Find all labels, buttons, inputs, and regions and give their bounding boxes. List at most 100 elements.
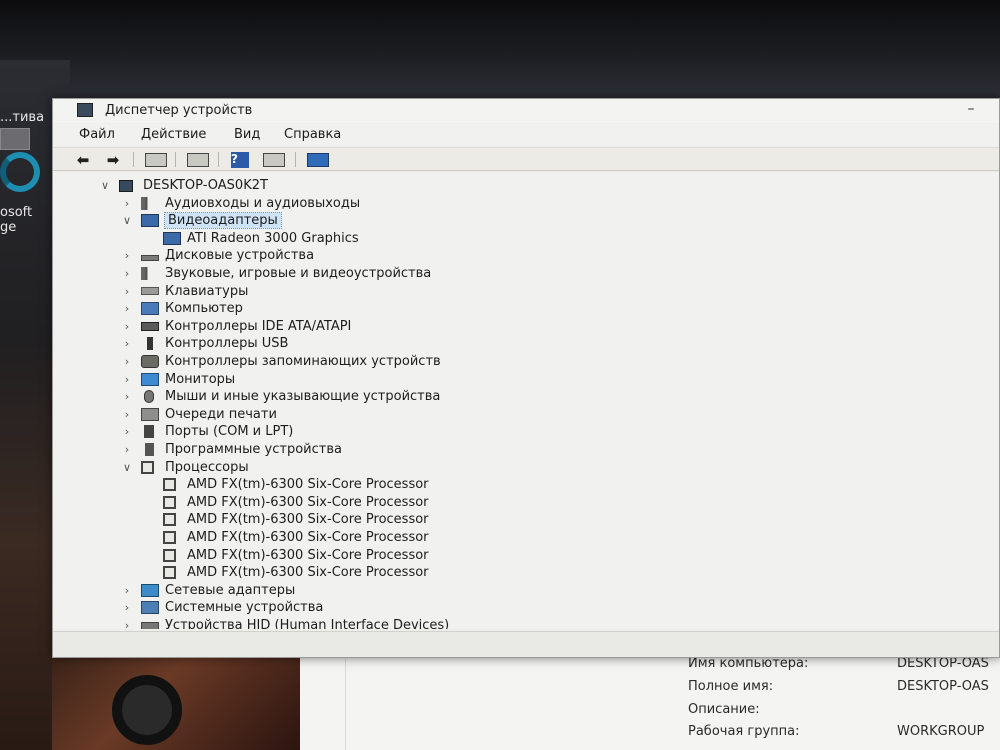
help-icon: ? xyxy=(231,151,249,168)
system-device-icon xyxy=(141,601,159,615)
software-device-icon xyxy=(145,443,154,456)
scan-hardware-button[interactable] xyxy=(307,151,329,168)
cpu-icon xyxy=(163,531,176,544)
properties-button[interactable] xyxy=(187,151,209,168)
edge-icon[interactable] xyxy=(0,152,40,192)
action-pane-button[interactable] xyxy=(263,151,285,168)
monitor-icon xyxy=(141,372,159,386)
display-adapter-icon xyxy=(163,231,181,245)
system-properties-panel xyxy=(300,650,1000,750)
ide-icon xyxy=(141,321,159,331)
tree-item-label: Клавиатуры xyxy=(165,283,249,299)
title-bar[interactable]: Диспетчер устройств – xyxy=(53,99,999,123)
expand-arrow-icon[interactable]: › xyxy=(121,197,133,210)
tree-item-label: Мыши и иные указывающие устройства xyxy=(165,389,441,405)
tree-item-label: Системные устройства xyxy=(165,600,324,616)
tree-item-label: AMD FX(tm)-6300 Six-Core Processor xyxy=(187,512,429,528)
menu-action[interactable]: Действие xyxy=(141,127,206,142)
expand-arrow-icon[interactable]: › xyxy=(121,584,133,597)
computer-icon xyxy=(141,302,159,316)
expand-arrow-icon[interactable]: › xyxy=(121,355,133,368)
system-info-value: WORKGROUP xyxy=(897,724,985,739)
tree-item-category[interactable]: › Сетевые адаптеры xyxy=(53,582,999,599)
tree-item-label: Контроллеры IDE ATA/ATAPI xyxy=(165,318,352,334)
tree-item-device[interactable]: AMD FX(tm)-6300 Six-Core Processor xyxy=(53,511,999,528)
tree-item-label: Аудиовходы и аудиовыходы xyxy=(165,195,361,211)
cpu-icon xyxy=(163,478,176,492)
tree-item-label: ATI Radeon 3000 Graphics xyxy=(187,230,359,246)
tree-root[interactable]: ∨ DESKTOP-OAS0K2T xyxy=(53,177,999,194)
tree-item-category[interactable]: › Мониторы xyxy=(53,371,999,388)
tree-item-category[interactable]: › Порты (COM и LPT) xyxy=(53,423,999,440)
expand-arrow-icon[interactable]: › xyxy=(121,249,133,262)
cpu-icon xyxy=(141,460,154,474)
tree-item-device[interactable]: ATI Radeon 3000 Graphics xyxy=(53,230,999,247)
system-info-label: Рабочая группа: xyxy=(688,724,800,739)
tree-item-label: Устройства HID (Human Interface Devices) xyxy=(165,618,450,629)
tree-item-device[interactable]: AMD FX(tm)-6300 Six-Core Processor xyxy=(53,529,999,546)
tree-item-label: Видеоадаптеры xyxy=(164,212,282,230)
expand-arrow-icon[interactable]: › xyxy=(121,285,133,298)
desktop-icon-label[interactable]: osoft xyxy=(0,205,32,220)
desktop-icon-label[interactable]: ge xyxy=(0,220,16,235)
tree-item-label: DESKTOP-OAS0K2T xyxy=(143,178,268,193)
tree-item-category[interactable]: ∨ Видеоадаптеры xyxy=(53,212,999,230)
menu-file[interactable]: Файл xyxy=(79,127,115,142)
tree-item-category[interactable]: › Устройства HID (Human Interface Devices… xyxy=(53,617,999,629)
help-button[interactable]: ? xyxy=(231,151,249,168)
tree-item-category[interactable]: › Аудиовходы и аудиовыходы xyxy=(53,195,999,212)
expand-arrow-icon[interactable]: › xyxy=(121,390,133,403)
toolbar-separator xyxy=(175,152,176,167)
expand-arrow-icon[interactable]: › xyxy=(121,302,133,315)
back-button[interactable]: ⬅ xyxy=(71,151,95,169)
status-bar xyxy=(53,631,999,657)
cpu-icon xyxy=(163,548,176,562)
tree-item-device[interactable]: AMD FX(tm)-6300 Six-Core Processor xyxy=(53,494,999,511)
system-info-value: DESKTOP-OAS xyxy=(897,679,989,694)
collapse-arrow-icon[interactable]: ∨ xyxy=(121,461,133,474)
tree-item-category[interactable]: ∨ Процессоры xyxy=(53,459,999,476)
device-tree: ∨ DESKTOP-OAS0K2T › Аудиовходы и аудиовыход… xyxy=(53,173,999,629)
tree-item-category[interactable]: › Контроллеры запоминающих устройств xyxy=(53,353,999,370)
expand-arrow-icon[interactable]: › xyxy=(121,408,133,421)
expand-arrow-icon[interactable]: › xyxy=(121,320,133,333)
tree-item-category[interactable]: › Дисковые устройства xyxy=(53,247,999,264)
expand-arrow-icon[interactable]: › xyxy=(121,337,133,350)
tree-item-label: Порты (COM и LPT) xyxy=(165,424,294,440)
collapse-arrow-icon[interactable]: ∨ xyxy=(99,179,111,192)
expand-arrow-icon[interactable]: › xyxy=(121,425,133,438)
collapse-arrow-icon[interactable]: ∨ xyxy=(121,214,133,227)
expand-arrow-icon[interactable]: › xyxy=(121,443,133,456)
tree-item-category[interactable]: › Мыши и иные указывающие устройства xyxy=(53,388,999,405)
desktop-folder-icon[interactable] xyxy=(0,128,30,150)
tree-item-device[interactable]: AMD FX(tm)-6300 Six-Core Processor xyxy=(53,476,999,493)
tree-item-category[interactable]: › Звуковые, игровые и видеоустройства xyxy=(53,265,999,282)
tree-item-device[interactable]: AMD FX(tm)-6300 Six-Core Processor xyxy=(53,564,999,581)
menu-view[interactable]: Вид xyxy=(234,127,260,142)
forward-button[interactable]: ➡ xyxy=(101,150,125,169)
toolbar: ⬅ ➡ ? xyxy=(53,147,999,171)
tree-item-category[interactable]: › Контроллеры IDE ATA/ATAPI xyxy=(53,318,999,335)
tree-item-device[interactable]: AMD FX(tm)-6300 Six-Core Processor xyxy=(53,547,999,564)
tree-item-category[interactable]: › Контроллеры USB xyxy=(53,335,999,352)
desktop-icon-label[interactable]: ...тива xyxy=(0,110,44,125)
show-hide-tree-button[interactable] xyxy=(145,151,167,168)
arrow-right-icon: ➡ xyxy=(106,150,120,169)
tree-item-label: Программные устройства xyxy=(165,442,342,457)
tree-item-category[interactable]: › Программные устройства xyxy=(53,441,999,458)
tree-item-category[interactable]: › Клавиатуры xyxy=(53,283,999,300)
storage-icon xyxy=(141,355,159,368)
tree-item-category[interactable]: › Компьютер xyxy=(53,300,999,317)
minimize-button[interactable]: – xyxy=(961,101,981,117)
tree-item-category[interactable]: › Очереди печати xyxy=(53,406,999,423)
expand-arrow-icon[interactable]: › xyxy=(121,373,133,386)
expand-arrow-icon[interactable]: › xyxy=(121,267,133,280)
tree-item-label: Очереди печати xyxy=(165,406,277,422)
expand-arrow-icon[interactable]: › xyxy=(121,619,133,629)
menu-help[interactable]: Справка xyxy=(284,127,341,142)
window-title: Диспетчер устройств xyxy=(105,103,253,118)
expand-arrow-icon[interactable]: › xyxy=(121,601,133,614)
tree-item-category[interactable]: › Системные устройства xyxy=(53,599,999,616)
network-icon xyxy=(141,583,159,597)
menu-bar: Файл Действие Вид Справка xyxy=(53,124,999,146)
